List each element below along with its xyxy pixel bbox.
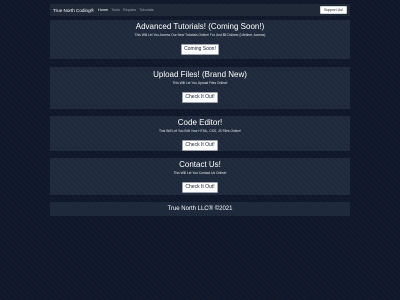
nav-link-home[interactable]: Home <box>98 8 108 12</box>
nav-link-repairs[interactable]: Repairs <box>123 8 136 12</box>
coming-soon-button[interactable]: Coming Soon! <box>181 44 219 56</box>
card-contact-us: Contact Us! This Will Let You Contact Us… <box>50 158 350 195</box>
card-title: Contact Us! <box>179 160 221 169</box>
brand-logo-text[interactable]: True North Coding® <box>53 8 94 13</box>
card-advanced-tutorials: Advanced Tutorials! (Coming Soon!) This … <box>50 20 350 59</box>
card-upload-files: Upload Files! (Brand New) This Will Let … <box>50 67 350 109</box>
page-footer: True North LLC® ©2021 <box>50 202 350 216</box>
card-title: Advanced Tutorials! (Coming Soon!) <box>135 22 265 31</box>
footer-copyright: True North LLC® ©2021 <box>167 206 233 212</box>
card-title: Code Editor! <box>177 118 223 127</box>
nav-link-tutorials[interactable]: Tutorials <box>139 8 153 12</box>
card-subtitle: This Will Let You Access Our New Tutoria… <box>134 33 266 37</box>
top-navbar: True North Coding® Home Tools Repairs Tu… <box>50 4 350 16</box>
card-title: Upload Files! (Brand New) <box>153 70 247 79</box>
card-subtitle: This Will Let You Edit Your HTML, CSS, J… <box>159 129 241 133</box>
card-code-editor: Code Editor! This Will Let You Edit Your… <box>50 116 350 152</box>
code-editor-check-button[interactable]: Check It Out! <box>182 140 218 152</box>
contact-us-check-button[interactable]: Check It Out! <box>182 182 218 194</box>
support-us-button[interactable]: Support Us! <box>320 6 347 14</box>
nav-link-tools[interactable]: Tools <box>111 8 120 12</box>
card-subtitle: This Will Let You Contact Us Online! <box>173 171 227 175</box>
upload-files-check-button[interactable]: Check It Out! <box>182 92 218 104</box>
card-subtitle: This Will Let You Upload Files Online! <box>172 81 228 85</box>
